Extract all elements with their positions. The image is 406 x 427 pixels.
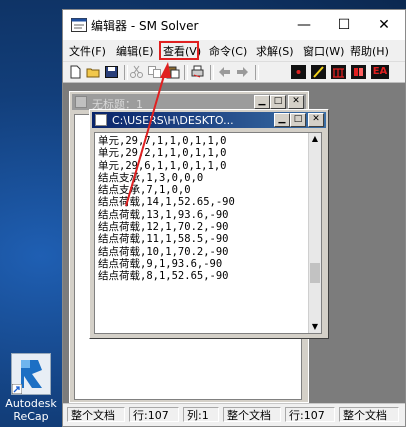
- menu-edit[interactable]: 编辑(E): [116, 43, 154, 59]
- toolbar: EA: [63, 61, 405, 83]
- code-line[interactable]: 结点荷载,8,1,52.65,-90: [98, 270, 303, 282]
- status-line-1: 行:107: [129, 407, 179, 422]
- status-doc-3: 整个文档: [339, 407, 399, 422]
- menu-view-highlight-box: [159, 41, 199, 60]
- toolbar-separator: [210, 65, 214, 80]
- back-icon[interactable]: [217, 65, 232, 79]
- code-line[interactable]: 单元,29,2,1,1,0,1,1,0: [98, 147, 303, 159]
- scroll-thumb[interactable]: [310, 263, 320, 283]
- child-file-maximize-button[interactable]: □: [290, 113, 306, 127]
- code-line[interactable]: 结点支承,1,3,0,0,0: [98, 172, 303, 184]
- toolbar-separator: [124, 65, 128, 80]
- child-window-file[interactable]: C:\USERS\H\DESKTO... ▁ □ ✕ 单元,29,7,1,1,0…: [89, 109, 329, 339]
- child-untitled-close-button[interactable]: ✕: [288, 95, 304, 109]
- menu-solve[interactable]: 求解(S): [256, 43, 294, 59]
- code-line[interactable]: 单元,29,6,1,1,0,1,1,0: [98, 160, 303, 172]
- scroll-up-icon[interactable]: ▲: [310, 134, 320, 144]
- code-line[interactable]: 结点荷载,11,1,58.5,-90: [98, 233, 303, 245]
- structure-icon[interactable]: [331, 65, 346, 79]
- child-file-close-button[interactable]: ✕: [308, 113, 324, 127]
- code-text[interactable]: 单元,29,7,1,1,0,1,1,0 单元,29,2,1,1,0,1,1,0 单元…: [98, 135, 303, 283]
- status-bar: 整个文档 行:107 列:1 整个文档 行:107 整个文档: [63, 403, 405, 426]
- desktop-icon-label-1: Autodesk: [5, 397, 57, 410]
- toolbar-separator: [255, 65, 259, 80]
- code-line[interactable]: 结点荷载,13,1,93.6,-90: [98, 209, 303, 221]
- close-button[interactable]: ✕: [365, 10, 403, 40]
- window-title: 编辑器 - SM Solver: [91, 19, 199, 33]
- desktop-icon-label-2: ReCap: [13, 410, 49, 423]
- menu-window[interactable]: 窗口(W): [303, 43, 344, 59]
- copy-icon[interactable]: [147, 65, 162, 79]
- red-node-icon[interactable]: [291, 65, 306, 79]
- print-icon[interactable]: [190, 65, 205, 79]
- forward-icon[interactable]: [235, 65, 250, 79]
- shortcut-arrow-icon: [12, 384, 22, 394]
- recap-icon: [11, 353, 51, 395]
- menu-file[interactable]: 文件(F): [69, 43, 106, 59]
- menu-bar: 文件(F) 编辑(E) 查看(V) 命令(C) 求解(S) 窗口(W) 帮助(H…: [63, 40, 405, 61]
- code-line[interactable]: 结点荷载,10,1,70.2,-90: [98, 246, 303, 258]
- code-line[interactable]: 单元,29,7,1,1,0,1,1,0: [98, 135, 303, 147]
- code-line[interactable]: 结点支承,7,1,0,0: [98, 184, 303, 196]
- menu-help[interactable]: 帮助(H): [350, 43, 389, 59]
- child-file-title: C:\USERS\H\DESKTO...: [112, 114, 234, 127]
- child-untitled-minimize-button[interactable]: ▁: [254, 95, 270, 109]
- vertical-scrollbar[interactable]: ▲ ▼: [308, 133, 321, 333]
- ea-icon[interactable]: EA: [371, 65, 389, 79]
- status-doc-2: 整个文档: [223, 407, 281, 422]
- child-untitled-titlebar[interactable]: 无标题：1 ▁ □ ✕: [72, 94, 306, 111]
- status-doc-1: 整个文档: [67, 407, 125, 422]
- minimize-button[interactable]: —: [285, 10, 323, 40]
- document-icon: [95, 114, 107, 126]
- child-file-titlebar[interactable]: C:\USERS\H\DESKTO... ▁ □ ✕: [92, 112, 326, 128]
- status-col-1: 列:1: [183, 407, 219, 422]
- paste-icon[interactable]: [165, 65, 180, 79]
- document-icon: [75, 96, 87, 108]
- status-line-2: 行:107: [285, 407, 335, 422]
- save-icon[interactable]: [104, 65, 119, 79]
- scroll-down-icon[interactable]: ▼: [310, 322, 320, 332]
- open-icon[interactable]: [86, 65, 101, 79]
- menu-command[interactable]: 命令(C): [209, 43, 247, 59]
- line-icon[interactable]: [311, 65, 326, 79]
- desktop-shortcut-autodesk-recap[interactable]: Autodesk ReCap: [2, 353, 60, 427]
- child-file-edit-area[interactable]: 单元,29,7,1,1,0,1,1,0 单元,29,2,1,1,0,1,1,0 单元…: [94, 132, 322, 334]
- title-bar[interactable]: 编辑器 - SM Solver — ☐ ✕: [63, 10, 405, 40]
- new-icon[interactable]: [68, 65, 83, 79]
- child-untitled-maximize-button[interactable]: □: [270, 95, 286, 109]
- code-line[interactable]: 结点荷载,14,1,52.65,-90: [98, 196, 303, 208]
- app-icon: [71, 18, 87, 32]
- cut-icon[interactable]: [129, 65, 144, 79]
- editor-window: 编辑器 - SM Solver — ☐ ✕ 文件(F) 编辑(E) 查看(V) …: [62, 9, 406, 427]
- maximize-button[interactable]: ☐: [325, 10, 363, 40]
- color-icon[interactable]: [351, 65, 366, 79]
- code-line[interactable]: 结点荷载,9,1,93.6,-90: [98, 258, 303, 270]
- toolbar-separator: [184, 65, 188, 80]
- child-file-minimize-button[interactable]: ▁: [274, 113, 290, 127]
- mdi-client-area: 无标题：1 ▁ □ ✕ C:\USERS\H\DESKTO... ▁ □ ✕ 单…: [63, 83, 405, 403]
- code-line[interactable]: 结点荷载,12,1,70.2,-90: [98, 221, 303, 233]
